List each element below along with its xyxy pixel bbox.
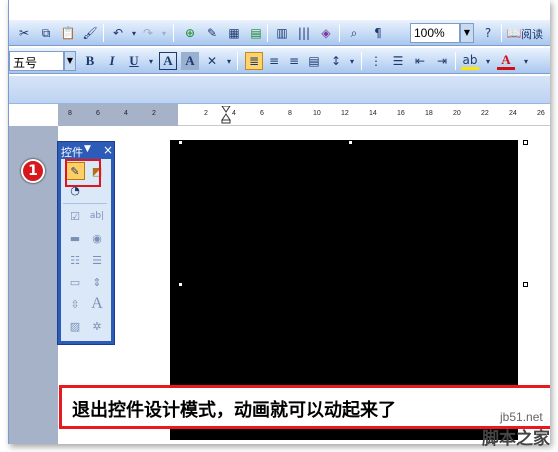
toolbar-band: [9, 76, 550, 104]
listbox-tool-icon[interactable]: ☷: [65, 251, 85, 269]
document-map-icon[interactable]: ◈: [317, 24, 335, 42]
textbox-tool-icon[interactable]: ab|: [87, 207, 107, 225]
resize-handle[interactable]: [348, 140, 353, 145]
bullets-icon[interactable]: ☰: [389, 52, 407, 70]
formatting-toolbar: 五号 ▼ B I U ▾ A A ✕ ▾ ≣ ≡ ≡ ▤ ↕ ▾ ⋮ ☰ ⇤ ⇥…: [9, 48, 550, 74]
insert-table-icon[interactable]: ▦: [225, 24, 243, 42]
ruler-tick: 14: [369, 110, 377, 117]
font-size-dropdown-icon[interactable]: ▼: [64, 51, 76, 71]
help-icon[interactable]: ?: [479, 24, 497, 42]
watermark-site: jb51.net: [500, 410, 543, 424]
resize-handle[interactable]: [523, 140, 528, 145]
ruler-tick: 18: [425, 110, 433, 117]
toolbox-menu-icon[interactable]: ▼: [84, 144, 91, 154]
zoom-input[interactable]: 100%: [410, 23, 460, 43]
button-tool-icon[interactable]: ▬: [65, 229, 85, 247]
toolbox-close-button[interactable]: ×: [103, 143, 113, 157]
horizontal-ruler: 8 6 4 2 2 4 6 8 10 12 14 16 18 20 22 24 …: [58, 104, 550, 126]
paste-icon[interactable]: 📋: [59, 24, 77, 42]
ruler-tick: 12: [341, 110, 349, 117]
ruler-tick: 22: [481, 110, 489, 117]
more-controls-icon[interactable]: ✲: [87, 317, 107, 335]
toolbox-title[interactable]: 控件: [61, 144, 83, 160]
insert-excel-icon[interactable]: ▤: [247, 24, 265, 42]
ruler-tick: 4: [124, 110, 128, 117]
format-painter-icon[interactable]: 🖌: [81, 24, 99, 42]
spin-button-tool-icon[interactable]: ⇕: [87, 273, 107, 291]
distributed-icon[interactable]: ▤: [305, 52, 323, 70]
char-scale-dropdown-icon[interactable]: ▾: [220, 52, 238, 70]
ruler-tick: 4: [232, 110, 236, 117]
resize-handle[interactable]: [178, 282, 183, 287]
image-tool-icon[interactable]: ▨: [65, 317, 85, 335]
font-size-select[interactable]: 五号: [9, 51, 64, 71]
redo-dropdown-icon[interactable]: ▾: [155, 24, 173, 42]
underline-dropdown-icon[interactable]: ▾: [142, 52, 160, 70]
columns-icon[interactable]: ▥: [273, 24, 291, 42]
ruler-tick: 16: [397, 110, 405, 117]
indent-marker-icon[interactable]: [221, 106, 231, 124]
numbering-icon[interactable]: ⋮: [367, 52, 385, 70]
combobox-tool-icon[interactable]: ☰: [87, 251, 107, 269]
print-preview-icon[interactable]: ⌕: [345, 24, 363, 42]
scrollbar-tool-icon[interactable]: ⇳: [65, 295, 85, 313]
hyperlink-icon[interactable]: ⊕: [181, 24, 199, 42]
font-color-dropdown-icon[interactable]: ▾: [517, 52, 535, 70]
increase-indent-icon[interactable]: ⇥: [433, 52, 451, 70]
zoom-dropdown-icon[interactable]: ▼: [460, 23, 474, 43]
resize-handle[interactable]: [523, 282, 528, 287]
ruler-tick: 10: [313, 110, 321, 117]
standard-toolbar: ✂ ⧉ 📋 🖌 ↶ ▾ ↷ ▾ ⊕ ✎ ▦ ▤ ▥ ||| ◈ ⌕ ¶ 100%…: [9, 20, 550, 46]
resize-handle[interactable]: [178, 140, 183, 145]
ruler-tick: 20: [453, 110, 461, 117]
align-right-icon[interactable]: ≡: [285, 52, 303, 70]
step-badge: 1: [21, 159, 45, 183]
ruler-margin: [58, 104, 178, 126]
cut-icon[interactable]: ✂: [15, 24, 33, 42]
align-justify-icon[interactable]: ≣: [245, 52, 263, 70]
ruler-tick: 8: [68, 110, 72, 117]
font-color-icon[interactable]: A: [497, 52, 515, 70]
ruler-tick: 26: [537, 110, 545, 117]
char-scale-icon[interactable]: ✕: [203, 52, 221, 70]
highlight-icon[interactable]: ab: [461, 52, 479, 70]
bold-button[interactable]: B: [81, 52, 99, 70]
highlight-dropdown-icon[interactable]: ▾: [479, 52, 497, 70]
underline-button[interactable]: U: [125, 52, 143, 70]
drawing-icon[interactable]: |||: [295, 24, 313, 42]
option-button-tool-icon[interactable]: ◉: [87, 229, 107, 247]
label-tool-icon[interactable]: A: [87, 295, 107, 313]
watermark-name: 脚本之家: [482, 429, 550, 449]
checkbox-tool-icon[interactable]: ☑: [65, 207, 85, 225]
align-center-icon[interactable]: ≡: [265, 52, 283, 70]
ruler-tick: 6: [96, 110, 100, 117]
italic-button[interactable]: I: [103, 52, 121, 70]
copy-icon[interactable]: ⧉: [37, 24, 55, 42]
read-button-label[interactable]: 阅读: [521, 26, 543, 42]
decrease-indent-icon[interactable]: ⇤: [411, 52, 429, 70]
tables-borders-icon[interactable]: ✎: [203, 24, 221, 42]
line-spacing-dropdown-icon[interactable]: ▾: [343, 52, 361, 70]
char-border-button[interactable]: A: [159, 52, 177, 70]
ruler-tick: 8: [288, 110, 292, 117]
toggle-button-tool-icon[interactable]: ▭: [65, 273, 85, 291]
ruler-tick: 2: [152, 110, 156, 117]
design-mode-highlight: [65, 159, 101, 187]
char-shading-button[interactable]: A: [181, 52, 199, 70]
show-hide-icon[interactable]: ¶: [369, 24, 387, 42]
ruler-tick: 2: [204, 110, 208, 117]
ruler-tick: 6: [260, 110, 264, 117]
ruler-tick: 24: [509, 110, 517, 117]
instruction-caption: 退出控件设计模式，动画就可以动起来了: [59, 385, 550, 429]
